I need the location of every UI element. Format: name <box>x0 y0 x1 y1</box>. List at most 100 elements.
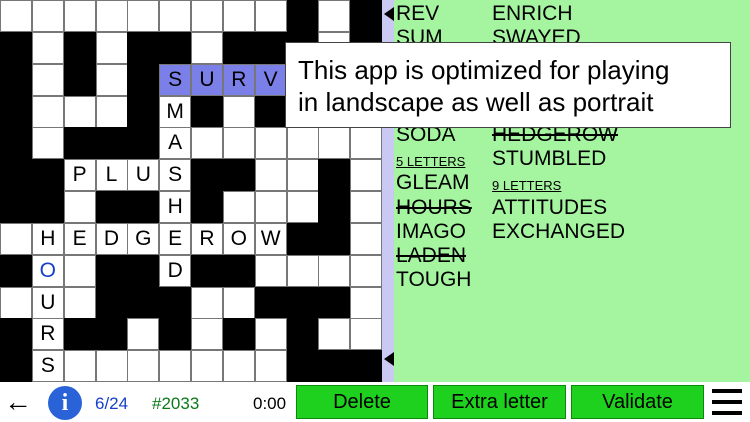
grid-cell-letter[interactable]: V <box>254 63 287 96</box>
grid-cell-letter[interactable]: G <box>127 222 160 255</box>
grid-cell[interactable] <box>318 127 351 160</box>
grid-cell[interactable] <box>63 286 96 319</box>
grid-cell[interactable] <box>95 95 128 128</box>
grid-cell[interactable] <box>0 286 32 319</box>
extra-letter-button[interactable]: Extra letter <box>433 385 566 419</box>
progress-count: 6/24 <box>95 394 129 413</box>
grid-cell[interactable] <box>350 286 383 319</box>
grid-cell[interactable] <box>63 350 96 383</box>
grid-cell[interactable] <box>31 127 64 160</box>
grid-cell-letter[interactable]: E <box>159 222 192 255</box>
grid-cell-letter[interactable]: U <box>31 286 64 319</box>
validate-button[interactable]: Validate <box>571 385 704 419</box>
grid-cell[interactable] <box>318 0 351 32</box>
grid-cell[interactable] <box>254 254 287 287</box>
grid-cell[interactable] <box>95 350 128 383</box>
grid-cell[interactable] <box>127 0 160 32</box>
grid-cell-letter[interactable]: R <box>31 318 64 351</box>
puzzle-number: #2033 <box>152 394 200 413</box>
grid-cell-letter[interactable]: O <box>31 254 64 287</box>
grid-cell[interactable] <box>350 127 383 160</box>
grid-cell[interactable] <box>95 0 128 32</box>
grid-cell[interactable] <box>254 127 287 160</box>
word-item: TOUGH <box>396 268 472 292</box>
grid-cell[interactable] <box>191 350 223 383</box>
grid-cell[interactable] <box>191 31 223 64</box>
word-item: GLEAM <box>396 171 470 195</box>
grid-cell[interactable] <box>222 0 255 32</box>
grid-block <box>254 286 287 319</box>
grid-cell-letter[interactable]: H <box>31 222 64 255</box>
grid-cell[interactable] <box>191 318 223 351</box>
grid-cell-letter[interactable]: E <box>63 222 96 255</box>
grid-cell[interactable] <box>222 286 255 319</box>
info-icon[interactable]: i <box>48 386 82 420</box>
grid-cell[interactable] <box>31 95 64 128</box>
grid-block <box>318 191 351 223</box>
grid-cell[interactable] <box>0 0 32 32</box>
back-arrow-icon[interactable]: ← <box>4 388 32 416</box>
grid-cell[interactable] <box>191 286 223 319</box>
grid-cell-letter[interactable]: M <box>159 95 192 128</box>
grid-cell[interactable] <box>63 254 96 287</box>
grid-block <box>191 254 223 287</box>
grid-cell[interactable] <box>63 95 96 128</box>
grid-cell[interactable] <box>222 191 255 223</box>
grid-cell[interactable] <box>350 191 383 223</box>
grid-cell[interactable] <box>191 127 223 160</box>
grid-cell[interactable] <box>254 159 287 192</box>
grid-cell[interactable] <box>127 350 160 383</box>
grid-cell-letter[interactable]: D <box>159 254 192 287</box>
grid-cell[interactable] <box>286 191 319 223</box>
grid-cell[interactable] <box>254 318 287 351</box>
grid-cell[interactable] <box>95 63 128 96</box>
grid-cell[interactable] <box>191 0 223 32</box>
grid-cell[interactable] <box>286 127 319 160</box>
grid-cell[interactable] <box>350 318 383 351</box>
grid-cell[interactable] <box>127 318 160 351</box>
grid-cell[interactable] <box>222 350 255 383</box>
grid-block <box>127 63 160 96</box>
grid-cell[interactable] <box>159 0 192 32</box>
grid-cell-letter[interactable]: R <box>191 222 223 255</box>
grid-cell-letter[interactable]: D <box>95 222 128 255</box>
grid-cell-letter[interactable]: U <box>127 159 160 192</box>
grid-block <box>127 191 160 223</box>
grid-cell-letter[interactable]: U <box>191 63 223 96</box>
grid-block <box>286 318 319 351</box>
delete-button[interactable]: Delete <box>296 385 428 419</box>
grid-cell-letter[interactable]: O <box>222 222 255 255</box>
grid-cell-letter[interactable]: P <box>63 159 96 192</box>
grid-cell[interactable] <box>318 318 351 351</box>
grid-block <box>222 318 255 351</box>
grid-cell[interactable] <box>254 350 287 383</box>
grid-cell[interactable] <box>159 350 192 383</box>
grid-cell[interactable] <box>318 254 351 287</box>
grid-cell-letter[interactable]: H <box>159 191 192 223</box>
grid-cell[interactable] <box>350 159 383 192</box>
grid-cell[interactable] <box>0 222 32 255</box>
grid-cell[interactable] <box>31 63 64 96</box>
grid-cell[interactable] <box>63 191 96 223</box>
grid-cell[interactable] <box>63 0 96 32</box>
grid-cell[interactable] <box>254 191 287 223</box>
grid-cell[interactable] <box>254 0 287 32</box>
grid-cell[interactable] <box>286 254 319 287</box>
grid-cell[interactable] <box>222 127 255 160</box>
grid-cell-letter[interactable]: S <box>31 350 64 383</box>
grid-cell-letter[interactable]: R <box>222 63 255 96</box>
grid-cell[interactable] <box>286 159 319 192</box>
grid-cell-letter[interactable]: S <box>159 159 192 192</box>
grid-cell-letter[interactable]: L <box>95 159 128 192</box>
grid-cell[interactable] <box>222 95 255 128</box>
grid-cell[interactable] <box>350 254 383 287</box>
grid-cell-letter[interactable]: S <box>159 63 192 96</box>
hamburger-menu-icon[interactable] <box>712 389 742 415</box>
grid-cell[interactable] <box>31 0 64 32</box>
grid-cell-letter[interactable]: W <box>254 222 287 255</box>
grid-cell-letter[interactable]: A <box>159 127 192 160</box>
grid-cell[interactable] <box>95 31 128 64</box>
grid-block <box>63 318 96 351</box>
grid-cell[interactable] <box>31 31 64 64</box>
grid-cell[interactable] <box>350 222 383 255</box>
